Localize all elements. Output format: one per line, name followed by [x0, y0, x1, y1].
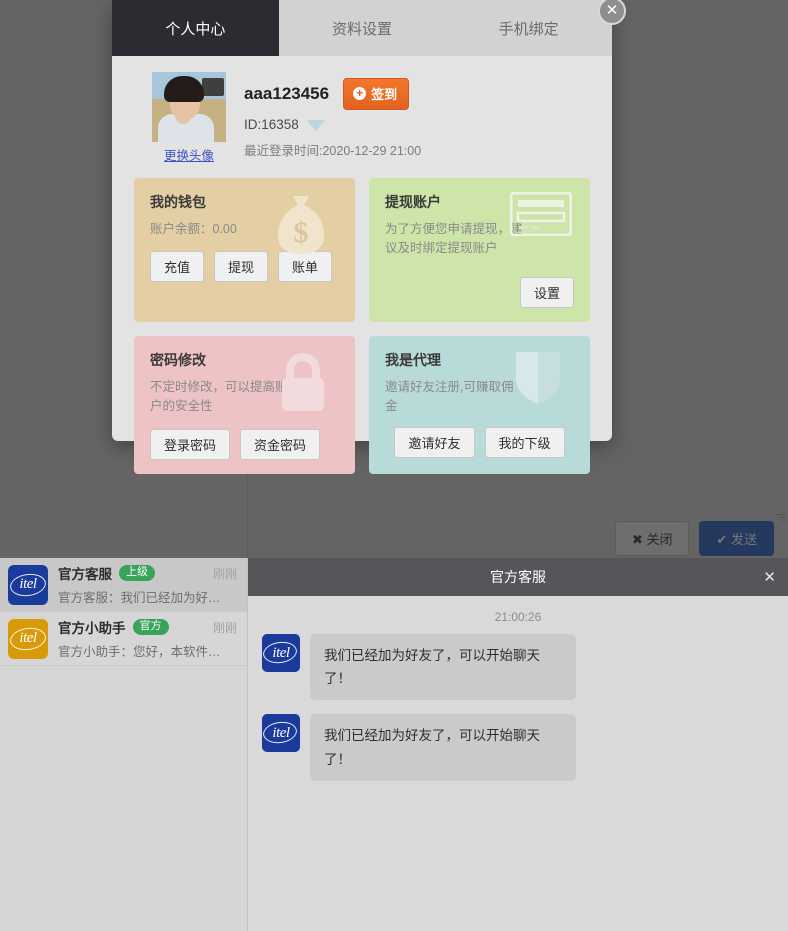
bill-button[interactable]: 账单	[278, 251, 333, 283]
status-badge: 上级	[119, 564, 155, 582]
gem-icon	[306, 120, 325, 132]
change-avatar-link[interactable]: 更换头像	[152, 145, 226, 164]
contact-name: 官方小助手	[58, 621, 126, 636]
message-preview: 官方小助手：您好，本软件正在…	[58, 645, 233, 659]
user-id: ID:16358	[244, 117, 299, 132]
card-withdraw-account: 提现账户 为了方便您申请提现，建议及时绑定提现账户 设置	[369, 178, 590, 322]
message-bubble: 我们已经加为好友了，可以开始聊天了！	[310, 714, 576, 781]
settings-button[interactable]: 设置	[519, 276, 574, 308]
card-password: 密码修改 不定时修改，可以提高账户的安全性 登录密码 资金密码	[134, 335, 355, 474]
tab-user-center[interactable]: 个人中心	[112, 0, 279, 56]
user-center-modal: ✕ 个人中心 资料设置 手机绑定 更换头像 aaa123456 + 签到 ID:…	[112, 0, 626, 474]
card-title: 我的钱包	[150, 194, 206, 210]
avatar-label: itel	[272, 644, 290, 661]
message-preview: 官方客服：我们已经加为好友了…	[58, 591, 233, 605]
avatar-block: 更换头像	[152, 72, 226, 164]
username: aaa123456	[244, 84, 330, 103]
avatar: itel	[8, 618, 48, 659]
card-description: 为了方便您申请提现，建议及时绑定提现账户	[385, 222, 523, 256]
list-item[interactable]: itel 官方小助手 官方 刚刚 官方小助手：您好，本软件正在…	[0, 612, 247, 666]
fund-password-button[interactable]: 资金密码	[240, 428, 321, 460]
avatar	[152, 72, 226, 142]
chat-messages: 21:00:26 itel 我们已经加为好友了，可以开始聊天了！ itel 我们…	[248, 596, 788, 805]
tab-profile-settings[interactable]: 资料设置	[279, 0, 446, 56]
avatar-label: itel	[19, 630, 37, 646]
card-actions: 登录密码 资金密码	[150, 428, 339, 460]
tab-phone-binding[interactable]: 手机绑定	[445, 0, 612, 56]
card-actions: 邀请好友 我的下级	[385, 426, 574, 458]
profile-info: aaa123456 + 签到 ID:16358 最近登录时间:2020-12-2…	[244, 72, 421, 159]
modal-tabs: 个人中心 资料设置 手机绑定	[112, 0, 612, 56]
card-actions: 设置	[385, 276, 574, 308]
chat-header: 官方客服 ✕	[248, 558, 788, 596]
last-login-time: 最近登录时间:2020-12-29 21:00	[244, 144, 422, 158]
chat-title: 官方客服	[490, 569, 546, 585]
timestamp: 刚刚	[212, 566, 237, 581]
contact-name: 官方客服	[58, 567, 112, 582]
chat-message: itel 我们已经加为好友了，可以开始聊天了！	[262, 634, 774, 701]
avatar: itel	[8, 564, 48, 605]
recharge-button[interactable]: 充值	[150, 251, 205, 283]
list-item-header: 官方小助手 官方 刚刚	[58, 617, 239, 637]
chat-panel: 官方客服 ✕ 21:00:26 itel 我们已经加为好友了，可以开始聊天了！ …	[248, 558, 788, 931]
avatar-label: itel	[19, 576, 37, 592]
timestamp: 21:00:26	[494, 610, 542, 624]
avatar: itel	[262, 634, 300, 672]
card-description: 邀请好友注册,可赚取佣金	[385, 379, 514, 414]
card-actions: 充值 提现 账单	[150, 251, 339, 283]
card-title: 我是代理	[385, 351, 441, 368]
app-root: itel 官方客服 上级 刚刚 官方客服：我们已经加为好友了… itel 官方小…	[0, 0, 788, 931]
list-item-body: 官方小助手 官方 刚刚 官方小助手：您好，本软件正在…	[58, 617, 239, 660]
plus-icon: +	[353, 87, 367, 100]
card-title: 提现账户	[385, 194, 441, 210]
card-title: 密码修改	[150, 351, 206, 368]
sign-in-button[interactable]: + 签到	[343, 78, 410, 110]
list-item-header: 官方客服 上级 刚刚	[58, 563, 239, 583]
card-wallet: $ 我的钱包 账户余额：0.00 充值 提现 账单	[134, 178, 355, 322]
cards-grid: $ 我的钱包 账户余额：0.00 充值 提现 账单 提现账户 为了方便您申请提现…	[134, 178, 590, 474]
invite-friend-button[interactable]: 邀请好友	[394, 426, 475, 458]
timestamp: 刚刚	[212, 620, 237, 635]
close-icon[interactable]: ✕	[763, 568, 776, 586]
withdraw-button[interactable]: 提现	[214, 251, 269, 283]
status-badge: 官方	[132, 618, 169, 636]
login-password-button[interactable]: 登录密码	[150, 428, 231, 460]
profile-name-row: aaa123456 + 签到	[244, 78, 421, 110]
chat-message: itel 我们已经加为好友了，可以开始聊天了！	[262, 714, 774, 781]
my-subordinates-button[interactable]: 我的下级	[484, 426, 565, 458]
avatar: itel	[262, 714, 300, 753]
svg-text:$: $	[294, 216, 309, 249]
avatar-label: itel	[272, 724, 290, 741]
message-bubble: 我们已经加为好友了，可以开始聊天了！	[310, 634, 576, 701]
card-description: 账户余额：0.00	[150, 222, 237, 236]
card-description: 不定时修改，可以提高账户的安全性	[150, 379, 288, 414]
card-agent: 我是代理 邀请好友注册,可赚取佣金 邀请好友 我的下级	[369, 335, 590, 474]
modal-content: 更换头像 aaa123456 + 签到 ID:16358 最近登录时间:2020…	[112, 56, 612, 494]
list-item-body: 官方客服 上级 刚刚 官方客服：我们已经加为好友了…	[58, 563, 239, 606]
profile-section: 更换头像 aaa123456 + 签到 ID:16358 最近登录时间:2020…	[134, 72, 590, 178]
sign-in-label: 签到	[371, 87, 398, 102]
profile-id-row: ID:16358	[244, 117, 421, 132]
list-item[interactable]: itel 官方客服 上级 刚刚 官方客服：我们已经加为好友了…	[0, 558, 247, 612]
